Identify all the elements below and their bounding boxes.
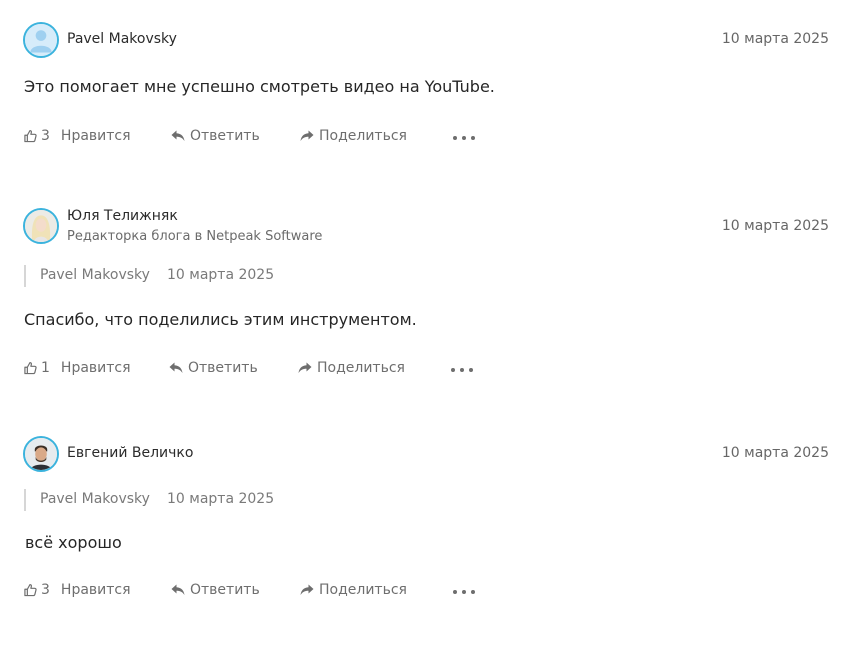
like-count: 1 xyxy=(41,360,50,376)
like-button[interactable]: 3 Нравится xyxy=(24,128,131,144)
share-icon xyxy=(300,584,314,595)
comment-date: 10 марта 2025 xyxy=(721,218,829,234)
user-photo-icon xyxy=(25,210,57,242)
share-button[interactable]: Поделиться xyxy=(300,582,407,598)
reply-icon xyxy=(171,130,185,141)
reply-to-date: 10 марта 2025 xyxy=(167,267,275,283)
avatar[interactable] xyxy=(23,436,59,472)
share-button[interactable]: Поделиться xyxy=(298,360,405,376)
reply-to-author[interactable]: Pavel Makovsky xyxy=(40,491,150,507)
user-photo-icon xyxy=(25,438,57,470)
default-user-icon xyxy=(25,24,57,56)
reply-icon xyxy=(171,584,185,595)
comment-date: 10 марта 2025 xyxy=(721,445,829,461)
reply-label: Ответить xyxy=(190,582,260,598)
share-button[interactable]: Поделиться xyxy=(300,128,407,144)
reply-button[interactable]: Ответить xyxy=(171,128,260,144)
author-name[interactable]: Евгений Величко xyxy=(67,445,193,461)
more-options-icon[interactable] xyxy=(451,360,473,380)
more-options-icon[interactable] xyxy=(453,582,475,602)
share-label: Поделиться xyxy=(317,360,405,376)
avatar[interactable] xyxy=(23,208,59,244)
comment-date: 10 марта 2025 xyxy=(721,31,829,47)
reply-to-author[interactable]: Pavel Makovsky xyxy=(40,267,150,283)
like-label: Нравится xyxy=(60,128,131,144)
reply-to-quote: Pavel Makovsky 10 марта 2025 xyxy=(24,489,274,511)
like-button[interactable]: 3 Нравится xyxy=(24,582,131,598)
reply-label: Ответить xyxy=(188,360,258,376)
like-button[interactable]: 1 Нравится xyxy=(24,360,131,376)
avatar[interactable] xyxy=(23,22,59,58)
like-count: 3 xyxy=(41,582,50,598)
share-icon xyxy=(298,362,312,373)
like-count: 3 xyxy=(41,128,50,144)
reply-label: Ответить xyxy=(190,128,260,144)
reply-button[interactable]: Ответить xyxy=(171,582,260,598)
comment-text: Это помогает мне успешно смотреть видео … xyxy=(24,77,495,96)
thumbs-up-icon xyxy=(24,362,37,375)
share-icon xyxy=(300,130,314,141)
reply-button[interactable]: Ответить xyxy=(169,360,258,376)
reply-to-quote: Pavel Makovsky 10 марта 2025 xyxy=(24,265,274,287)
reply-to-date: 10 марта 2025 xyxy=(167,491,275,507)
thumbs-up-icon xyxy=(24,130,37,143)
author-name[interactable]: Юля Телижняк xyxy=(67,208,178,224)
more-options-icon[interactable] xyxy=(453,128,475,148)
author-name[interactable]: Pavel Makovsky xyxy=(67,31,177,47)
thumbs-up-icon xyxy=(24,584,37,597)
author-role: Редакторка блога в Netpeak Software xyxy=(67,229,323,244)
share-label: Поделиться xyxy=(319,582,407,598)
like-label: Нравится xyxy=(60,582,131,598)
like-label: Нравится xyxy=(60,360,131,376)
reply-icon xyxy=(169,362,183,373)
comment-text: Спасибо, что поделились этим инструменто… xyxy=(24,310,417,329)
share-label: Поделиться xyxy=(319,128,407,144)
comment-text: всё хорошо xyxy=(25,533,122,552)
